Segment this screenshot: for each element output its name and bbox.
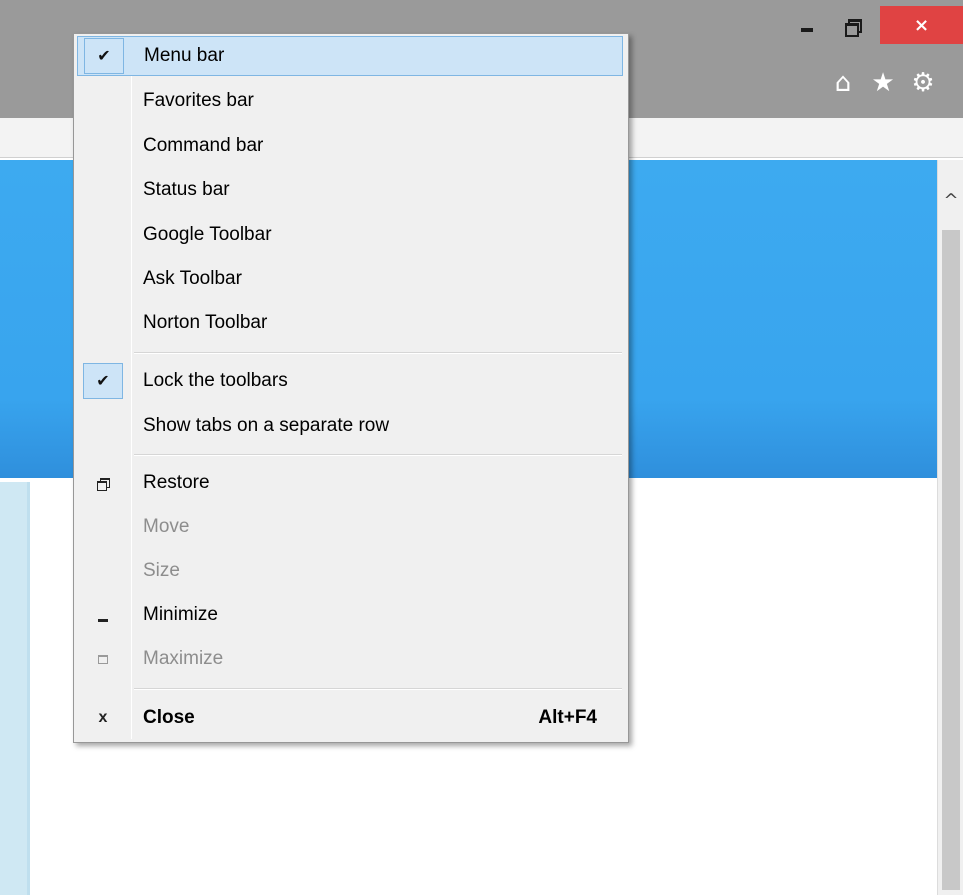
home-icon[interactable]: ⌂: [830, 66, 856, 100]
toolbar-context-menu: ✔ Menu bar Favorites bar Command bar Sta…: [73, 33, 629, 743]
menu-item-label: Maximize: [143, 648, 224, 669]
left-side-panel: [0, 482, 30, 895]
menu-item-label: Size: [143, 560, 180, 581]
minimize-button[interactable]: [785, 6, 829, 44]
tools-gear-icon[interactable]: ⚙: [910, 66, 936, 100]
menu-item-command-bar[interactable]: Command bar: [77, 126, 623, 166]
menu-item-ask-toolbar[interactable]: Ask Toolbar: [77, 259, 623, 299]
close-icon: ×: [913, 14, 930, 36]
menu-item-label: Show tabs on a separate row: [143, 415, 390, 436]
menu-item-show-tabs-separate-row[interactable]: Show tabs on a separate row: [77, 406, 623, 446]
restore-window-icon: [845, 18, 862, 37]
menu-item-accelerator: Alt+F4: [538, 707, 597, 728]
maximize-icon: [98, 654, 108, 664]
menu-item-norton-toolbar[interactable]: Norton Toolbar: [77, 303, 623, 343]
menu-separator: [134, 688, 622, 690]
menu-separator: [134, 352, 622, 354]
menu-item-label: Google Toolbar: [143, 224, 272, 245]
close-icon: x: [98, 709, 108, 726]
close-button[interactable]: ×: [880, 6, 963, 44]
restore-button[interactable]: [829, 6, 875, 44]
menu-item-label: Menu bar: [144, 45, 225, 66]
checkmark-icon: ✔: [84, 38, 124, 74]
menu-item-favorites-bar[interactable]: Favorites bar: [77, 81, 623, 121]
restore-icon: [97, 477, 110, 491]
menu-item-label: Command bar: [143, 135, 264, 156]
menu-item-size: Size: [77, 551, 623, 591]
menu-item-google-toolbar[interactable]: Google Toolbar: [77, 215, 623, 255]
menu-item-status-bar[interactable]: Status bar: [77, 170, 623, 210]
minimize-icon: [98, 618, 108, 622]
menu-item-label: Lock the toolbars: [143, 370, 288, 391]
menu-item-maximize: Maximize: [77, 639, 623, 679]
menu-item-label: Minimize: [143, 604, 218, 625]
menu-item-label: Favorites bar: [143, 90, 254, 111]
menu-item-minimize[interactable]: Minimize: [77, 595, 623, 635]
scroll-up-arrow-icon[interactable]: ^: [938, 188, 963, 212]
scroll-thumb[interactable]: [942, 230, 960, 890]
menu-item-menu-bar[interactable]: ✔ Menu bar: [77, 36, 623, 76]
menu-item-label: Norton Toolbar: [143, 312, 268, 333]
menu-item-label: Move: [143, 516, 190, 537]
menu-item-lock-toolbars[interactable]: ✔ Lock the toolbars: [77, 361, 623, 401]
favorites-star-icon[interactable]: ★: [870, 66, 896, 100]
vertical-scrollbar[interactable]: ^: [937, 160, 963, 895]
menu-item-label: Status bar: [143, 179, 230, 200]
menu-item-label: Close: [143, 707, 195, 728]
menu-item-label: Ask Toolbar: [143, 268, 242, 289]
menu-item-label: Restore: [143, 472, 210, 493]
menu-item-close[interactable]: x Close Alt+F4: [77, 698, 623, 738]
menu-separator: [134, 454, 622, 456]
menu-item-move: Move: [77, 507, 623, 547]
browser-toolbar-icons: ⌂ ★ ⚙: [830, 66, 963, 100]
checkmark-icon: ✔: [83, 363, 123, 399]
menu-item-restore[interactable]: Restore: [77, 463, 623, 503]
